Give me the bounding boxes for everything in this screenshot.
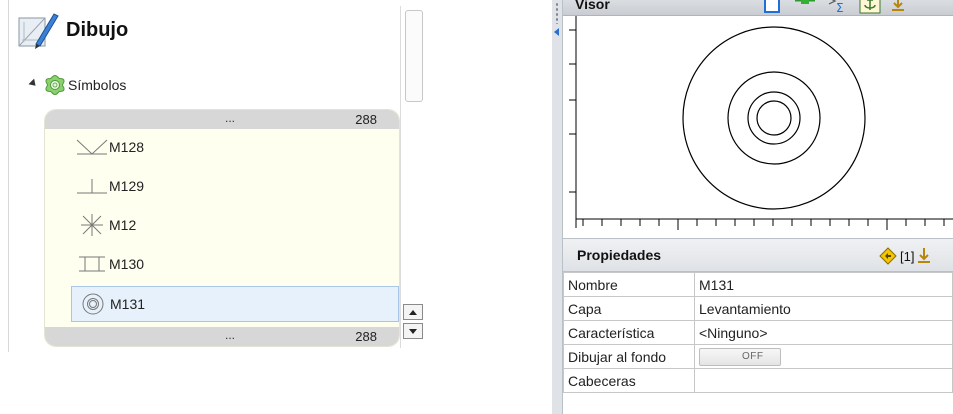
symbol-i-beam-icon: [79, 256, 105, 272]
flag-icon[interactable]: [793, 0, 817, 14]
property-row-capa[interactable]: Capa Levantamiento: [563, 296, 953, 321]
property-key: Cabeceras: [563, 368, 695, 393]
arrow-down-icon: [409, 328, 417, 334]
property-row-nombre[interactable]: Nombre M131: [563, 272, 953, 297]
property-key: Característica: [563, 320, 695, 345]
document-title: Dibujo: [66, 18, 129, 41]
list-bottom-bar[interactable]: ... 288: [45, 327, 399, 346]
document-node[interactable]: Dibujo: [16, 10, 128, 50]
symbol-tee-icon: [77, 179, 107, 194]
properties-title: Propiedades: [577, 247, 662, 263]
scroll-down-button[interactable]: [403, 323, 423, 339]
list-item-label: M12: [109, 217, 137, 233]
property-value-toggle-cell: OFF: [694, 344, 953, 369]
symbols-tree-panel: Dibujo Símbolos ... 288 M128 M129 M12 M1…: [0, 0, 428, 352]
visor-header: Visor Σ: [563, 0, 953, 16]
list-bottom-count: 288: [355, 329, 377, 344]
symbols-node-label: Símbolos: [68, 77, 127, 93]
download-icon[interactable]: [917, 246, 931, 266]
property-row-dibujar-al-fondo[interactable]: Dibujar al fondo OFF: [563, 344, 953, 369]
list-item-m131[interactable]: M131: [71, 286, 399, 322]
list-bottom-more[interactable]: ...: [225, 328, 235, 342]
list-top-more[interactable]: ...: [225, 111, 235, 125]
collapse-arrow-icon[interactable]: [554, 28, 559, 36]
properties-badge[interactable]: [1]: [879, 246, 931, 266]
properties-table: Nombre M131 Capa Levantamiento Caracterí…: [563, 272, 953, 393]
splitter-grip-icon[interactable]: [555, 2, 559, 24]
tree-left-border: [8, 0, 9, 352]
tree-vertical-scrollbar[interactable]: [400, 6, 426, 348]
properties-badge-count: [1]: [900, 248, 915, 264]
property-row-cabeceras[interactable]: Cabeceras: [563, 368, 953, 393]
symbols-node[interactable]: Símbolos: [28, 72, 126, 98]
drawing-tools-icon: [18, 13, 59, 49]
property-row-caracteristica[interactable]: Característica <Ninguno>: [563, 320, 953, 345]
property-value[interactable]: [694, 368, 953, 393]
visor-title: Visor: [575, 0, 610, 12]
property-value[interactable]: M131: [694, 272, 953, 297]
symbol-v-shape-icon: [76, 139, 108, 155]
visor-canvas[interactable]: [563, 16, 953, 238]
scrollbar-thumb[interactable]: [405, 10, 423, 102]
symbols-list: ... 288 M128 M129 M12 M130 M131 ... 288: [44, 109, 400, 347]
panel-splitter[interactable]: [552, 0, 563, 414]
visor-toolbar: Σ: [763, 0, 905, 14]
anchor-icon[interactable]: [859, 0, 881, 14]
symbol-flower-icon: [45, 74, 65, 96]
background-draw-toggle[interactable]: OFF: [699, 347, 781, 366]
property-key: Dibujar al fondo: [563, 344, 695, 369]
list-item-label: M131: [110, 296, 146, 312]
list-item-label: M130: [109, 256, 145, 272]
property-key: Capa: [563, 296, 695, 321]
symbol-preview-drawing: [569, 16, 953, 230]
list-top-bar[interactable]: ... 288: [45, 110, 399, 129]
diamond-warning-icon: [879, 247, 897, 265]
download-icon[interactable]: [891, 0, 905, 14]
list-item-m130[interactable]: M130: [45, 246, 399, 282]
svg-text:Σ: Σ: [836, 1, 844, 14]
export-icon[interactable]: [763, 0, 783, 14]
property-value[interactable]: <Ninguno>: [694, 320, 953, 345]
list-item-m12[interactable]: M12: [45, 207, 399, 243]
scroll-up-button[interactable]: [403, 304, 423, 320]
list-item-label: M129: [109, 178, 145, 194]
list-item-m129[interactable]: M129: [45, 168, 399, 204]
list-top-count: 288: [355, 112, 377, 127]
property-value[interactable]: Levantamiento: [694, 296, 953, 321]
sum-icon[interactable]: Σ: [827, 0, 849, 14]
list-item-label: M128: [109, 139, 145, 155]
arrow-up-icon: [409, 309, 417, 315]
toggle-state-label: OFF: [742, 350, 764, 362]
properties-header: Propiedades [1]: [563, 238, 953, 272]
symbol-concentric-circles-icon: [82, 293, 104, 315]
expand-triangle-icon[interactable]: [28, 78, 39, 89]
symbol-asterisk-icon: [81, 214, 103, 236]
list-item-m128[interactable]: M128: [45, 129, 399, 165]
property-key: Nombre: [563, 272, 695, 297]
